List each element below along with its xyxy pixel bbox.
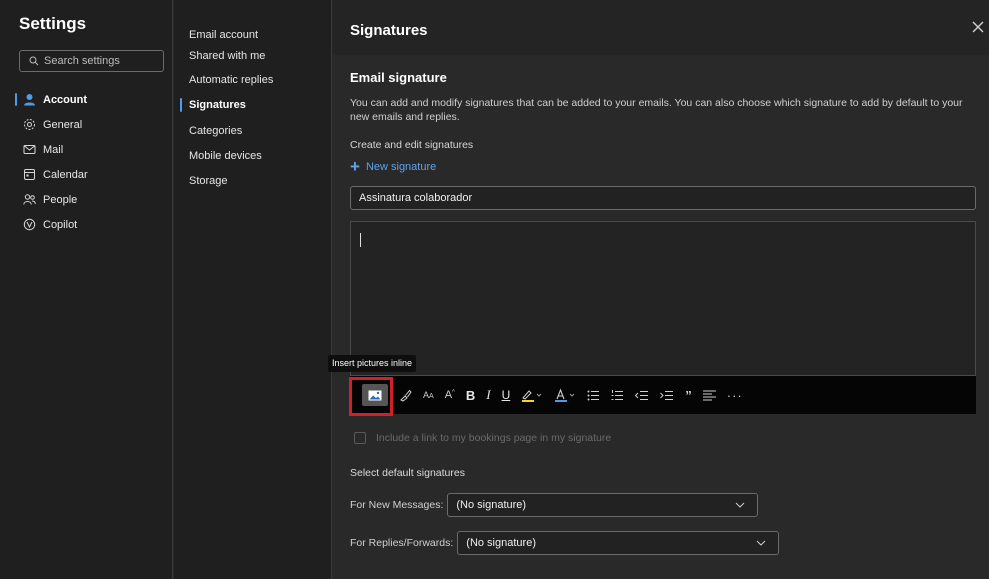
bold-icon: B (465, 387, 476, 403)
gear-icon (24, 119, 35, 130)
search-settings-input[interactable]: Search settings (19, 50, 164, 72)
font-size-decrease-button[interactable]: AA (423, 384, 434, 406)
bookings-checkbox[interactable] (354, 432, 366, 444)
bookings-link-option: Include a link to my bookings page in my… (354, 432, 611, 444)
settings-nav-pane: Settings Search settings Account General… (0, 0, 173, 579)
new-signature-button[interactable]: + New signature (350, 157, 437, 176)
active-indicator (15, 93, 17, 106)
new-messages-row: For New Messages: (No signature) (350, 493, 759, 517)
nav-item-general[interactable]: General (0, 112, 173, 137)
active-indicator (180, 98, 182, 112)
copilot-icon (23, 218, 36, 231)
subnav-mobile-devices[interactable]: Mobile devices (189, 150, 262, 162)
new-messages-label: For New Messages: (350, 499, 444, 511)
decrease-indent-icon (635, 390, 649, 400)
subnav-email-account[interactable]: Email account (189, 29, 258, 41)
align-icon (702, 390, 716, 400)
nav-item-copilot[interactable]: Copilot (0, 212, 173, 237)
align-button[interactable] (702, 384, 716, 406)
nav-item-people[interactable]: People (0, 187, 173, 212)
numbering-icon (611, 389, 624, 400)
more-options-button[interactable]: ··· (727, 384, 743, 406)
nav-item-label: Calendar (43, 168, 88, 181)
search-icon (29, 56, 39, 66)
font-size-increase-icon: A^ (444, 389, 455, 401)
nav-item-mail[interactable]: Mail (0, 137, 173, 162)
calendar-icon (24, 169, 35, 180)
highlight-box (349, 377, 393, 416)
decrease-indent-button[interactable] (635, 384, 649, 406)
more-options-icon: ··· (726, 387, 743, 403)
search-placeholder: Search settings (44, 55, 120, 67)
subnav-shared-with-me[interactable]: Shared with me (189, 50, 265, 62)
close-icon[interactable] (969, 18, 989, 38)
format-painter-icon (400, 389, 412, 402)
nav-item-label: People (43, 193, 78, 206)
new-signature-label: New signature (365, 161, 437, 173)
people-icon (23, 194, 36, 205)
underline-button[interactable]: U (502, 384, 511, 406)
replies-label: For Replies/Forwards: (350, 537, 454, 549)
font-color-button[interactable] (554, 384, 576, 406)
settings-categories: Account General Mail Calendar People Cop… (0, 87, 173, 237)
underline-icon: U (501, 388, 511, 402)
chevron-down-icon (756, 540, 766, 546)
create-edit-label: Create and edit signatures (350, 139, 474, 151)
replies-dropdown[interactable]: (No signature) (457, 531, 780, 555)
quote-icon: ” (685, 387, 692, 403)
nav-item-label: General (43, 118, 83, 131)
plus-icon: + (350, 157, 360, 176)
bullets-icon (587, 390, 600, 400)
subnav-signatures[interactable]: Signatures (189, 99, 246, 111)
section-description: You can add and modify signatures that c… (350, 97, 963, 123)
formatting-toolbar: AA A^ B I U ” ··· (350, 376, 976, 414)
section-title: Email signature (350, 70, 447, 85)
format-painter-button[interactable] (399, 384, 412, 406)
signature-editor[interactable] (350, 221, 976, 376)
italic-icon: I (486, 387, 491, 402)
increase-indent-icon (660, 390, 674, 400)
font-size-increase-button[interactable]: A^ (445, 384, 455, 406)
bold-button[interactable]: B (466, 384, 475, 406)
replies-value: (No signature) (466, 537, 536, 549)
subnav-categories[interactable]: Categories (189, 125, 242, 137)
insert-picture-tooltip: Insert pictures inline (328, 355, 417, 372)
highlight-icon (522, 390, 542, 402)
replies-row: For Replies/Forwards: (No signature) (350, 531, 780, 555)
nav-item-calendar[interactable]: Calendar (0, 162, 173, 187)
numbering-button[interactable] (611, 384, 624, 406)
subnav-automatic-replies[interactable]: Automatic replies (189, 74, 273, 86)
bullets-button[interactable] (587, 384, 600, 406)
increase-indent-button[interactable] (660, 384, 674, 406)
nav-item-label: Mail (43, 143, 64, 156)
text-caret (360, 233, 361, 247)
quote-button[interactable]: ” (685, 384, 692, 406)
font-color-icon (555, 388, 575, 402)
font-size-decrease-icon: AA (423, 390, 434, 400)
italic-button[interactable]: I (486, 384, 490, 406)
subnav-storage[interactable]: Storage (189, 175, 228, 187)
panel-title: Signatures (350, 22, 428, 39)
mail-icon (23, 145, 36, 154)
signature-name-input[interactable] (350, 186, 976, 210)
nav-item-account[interactable]: Account (0, 87, 173, 112)
signatures-panel: Signatures Email signature You can add a… (328, 0, 989, 579)
nav-item-label: Copilot (43, 218, 78, 231)
new-messages-value: (No signature) (456, 499, 527, 511)
account-subnav: Email account Shared with me Automatic r… (174, 0, 332, 579)
panel-header: Signatures (333, 0, 989, 55)
person-icon (24, 94, 35, 106)
nav-item-label: Account (43, 93, 87, 106)
highlight-button[interactable] (521, 384, 543, 406)
new-messages-dropdown[interactable]: (No signature) (447, 493, 759, 517)
select-default-label: Select default signatures (350, 467, 465, 479)
chevron-down-icon (736, 502, 745, 508)
bookings-checkbox-label: Include a link to my bookings page in my… (376, 432, 612, 444)
settings-title: Settings (19, 14, 87, 33)
